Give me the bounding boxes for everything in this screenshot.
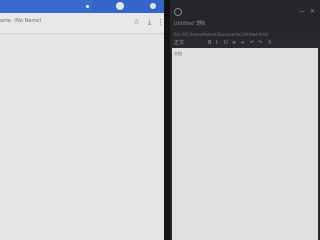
profile-icon[interactable] [116,2,124,10]
list-icon[interactable]: ≡ [232,40,236,47]
italic-icon[interactable]: I [216,40,217,47]
titlebar-tab-area [0,0,92,13]
extension-icon[interactable] [150,3,156,9]
redo-icon[interactable]: ↷ [258,40,262,47]
left-content-area[interactable] [0,34,164,240]
left-toolbar: ame. (No Name) ☆ ⤓ ⋮ [0,13,164,33]
star-icon[interactable]: ☆ [133,19,140,26]
left-titlebar [0,0,164,13]
tab-indicator-dot [86,5,89,8]
format-toolbar: 正文 B I U ≡ ⇥ ↶ ↷ ⚲ [170,39,320,48]
link-icon[interactable]: ⚲ [268,40,272,47]
app-icon [174,8,182,16]
underline-icon[interactable]: U [224,40,228,47]
minimize-icon[interactable]: — [299,9,305,15]
tab-close-icon[interactable]: × [197,19,202,26]
close-window-icon[interactable]: ✕ [310,9,316,15]
right-titlebar: Untitled 文档 × — ✕ [170,0,320,27]
editor-first-line: 文档 [174,51,182,56]
download-icon[interactable]: ⤓ [146,19,153,26]
paragraph-format-dropdown[interactable]: 正文 [174,40,184,47]
right-editor-window: Untitled 文档 × — ✕ file:///C:/Users/Admin… [170,0,320,240]
left-browser-window: ame. (No Name) ☆ ⤓ ⋮ [0,0,164,240]
indent-icon[interactable]: ⇥ [240,40,244,47]
editor-canvas[interactable]: 文档 [172,48,318,240]
undo-icon[interactable]: ↶ [250,40,254,47]
more-icon[interactable]: ⋮ [157,19,164,26]
bold-icon[interactable]: B [208,40,211,47]
file-path: file:///C:/Users/Admin/Documents/Untitle… [174,32,268,37]
address-bar[interactable]: ame. (No Name) [0,18,41,24]
